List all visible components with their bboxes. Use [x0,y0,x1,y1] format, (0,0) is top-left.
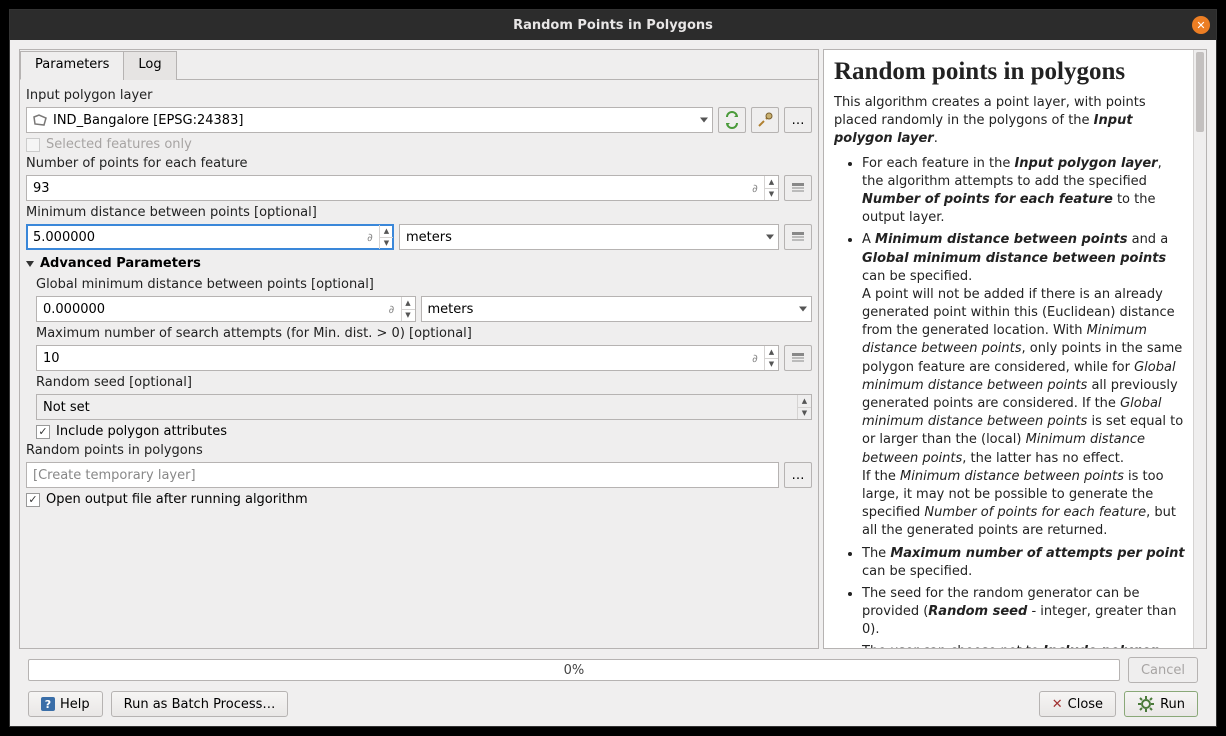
spin-buttons[interactable]: ▲▼ [379,225,393,249]
chevron-down-icon [700,118,708,123]
clear-icon[interactable]: ∂ [383,297,401,321]
data-defined-button[interactable] [784,175,812,201]
open-after-checkbox[interactable] [26,493,40,507]
close-icon[interactable]: ✕ [1192,16,1210,34]
list-item: The seed for the random generator can be… [862,585,1186,640]
max-attempts-label: Maximum number of search attempts (for M… [36,326,812,341]
list-item: For each feature in the Input polygon la… [862,155,1186,228]
help-pane: Random points in polygons This algorithm… [823,49,1207,649]
input-layer-value: IND_Bangalore [EPSG:24383] [53,113,243,128]
tab-parameters[interactable]: Parameters [20,51,124,80]
selected-only-checkbox [26,138,40,152]
data-defined-button[interactable] [784,345,812,371]
advanced-options-button[interactable] [751,107,779,133]
min-dist-label: Minimum distance between points [optiona… [26,205,812,220]
help-button[interactable]: ? Help [28,691,103,717]
num-points-input[interactable] [27,176,746,200]
output-placeholder: [Create temporary layer] [33,468,196,483]
help-list: For each feature in the Input polygon la… [834,155,1186,648]
run-button[interactable]: Run [1124,691,1198,717]
help-icon: ? [41,697,55,711]
window-title: Random Points in Polygons [513,18,713,33]
clear-icon[interactable]: ∂ [746,346,764,370]
tab-log-label: Log [138,57,161,72]
output-field[interactable]: [Create temporary layer] [26,462,779,488]
parameters-pane: Parameters Log Input polygon layer IND_B… [19,49,819,649]
chevron-down-icon [799,307,807,312]
include-attrs-checkbox[interactable] [36,425,50,439]
seed-field[interactable]: ▲▼ [36,394,812,420]
open-after-label: Open output file after running algorithm [46,492,308,507]
output-label: Random points in polygons [26,443,812,458]
titlebar: Random Points in Polygons ✕ [10,10,1216,40]
min-dist-unit-combo[interactable]: meters [399,224,779,250]
num-points-label: Number of points for each feature [26,156,812,171]
polygon-layer-icon [33,114,47,126]
advanced-toggle[interactable]: Advanced Parameters [26,256,812,271]
clear-icon[interactable]: ∂ [361,225,379,249]
spin-buttons[interactable]: ▲▼ [764,176,778,200]
tab-bar: Parameters Log [20,50,818,80]
list-item: The user can choose not to Include polyg… [862,643,1186,648]
progress-label: 0% [564,663,585,678]
advanced-header: Advanced Parameters [40,256,201,271]
list-item: The Maximum number of attempts per point… [862,545,1186,581]
global-min-input[interactable] [37,297,383,321]
content: Parameters Log Input polygon layer IND_B… [10,40,1216,726]
tab-parameters-label: Parameters [35,57,109,72]
unit-value: meters [428,302,474,317]
spin-buttons[interactable]: ▲▼ [797,395,811,419]
browse-button[interactable]: … [784,107,812,133]
advanced-section: Global minimum distance between points [… [36,277,812,439]
output-browse-button[interactable]: … [784,462,812,488]
dialog-window: Random Points in Polygons ✕ Parameters L… [9,9,1217,727]
input-layer-combo[interactable]: IND_Bangalore [EPSG:24383] [26,107,713,133]
footer: 0% Cancel ? Help Run as Batch Process… ✕… [19,649,1207,726]
help-content: Random points in polygons This algorithm… [824,50,1206,648]
unit-value: meters [406,230,452,245]
global-min-unit-combo[interactable]: meters [421,296,813,322]
list-item: A Minimum distance between points and a … [862,231,1186,540]
seed-input[interactable] [37,395,797,419]
scrollbar[interactable] [1193,50,1206,648]
input-layer-label: Input polygon layer [26,88,812,103]
max-attempts-input[interactable] [37,346,746,370]
seed-label: Random seed [optional] [36,375,812,390]
selected-only-label: Selected features only [46,137,192,152]
clear-icon[interactable]: ∂ [746,176,764,200]
include-attrs-label: Include polygon attributes [56,424,227,439]
main-columns: Parameters Log Input polygon layer IND_B… [19,49,1207,649]
progress-bar: 0% [28,659,1120,681]
max-attempts-field[interactable]: ∂ ▲▼ [36,345,779,371]
num-points-field[interactable]: ∂ ▲▼ [26,175,779,201]
global-min-field[interactable]: ∂ ▲▼ [36,296,416,322]
tab-log[interactable]: Log [123,51,176,80]
chevron-down-icon [766,235,774,240]
help-intro: This algorithm creates a point layer, wi… [834,94,1186,149]
close-button[interactable]: ✕ Close [1039,691,1116,717]
batch-button[interactable]: Run as Batch Process… [111,691,289,717]
help-title: Random points in polygons [834,58,1186,86]
form-area: Input polygon layer IND_Bangalore [EPSG:… [20,80,818,648]
iterate-button[interactable] [718,107,746,133]
gear-icon [1137,695,1155,713]
global-min-label: Global minimum distance between points [… [36,277,812,292]
spin-buttons[interactable]: ▲▼ [401,297,415,321]
cancel-button: Cancel [1128,657,1198,683]
min-dist-field[interactable]: ∂ ▲▼ [26,224,394,250]
spin-buttons[interactable]: ▲▼ [764,346,778,370]
data-defined-button[interactable] [784,224,812,250]
close-x-icon: ✕ [1052,697,1063,712]
scrollbar-thumb[interactable] [1196,52,1204,132]
chevron-down-icon [26,261,34,267]
min-dist-input[interactable] [27,225,361,249]
